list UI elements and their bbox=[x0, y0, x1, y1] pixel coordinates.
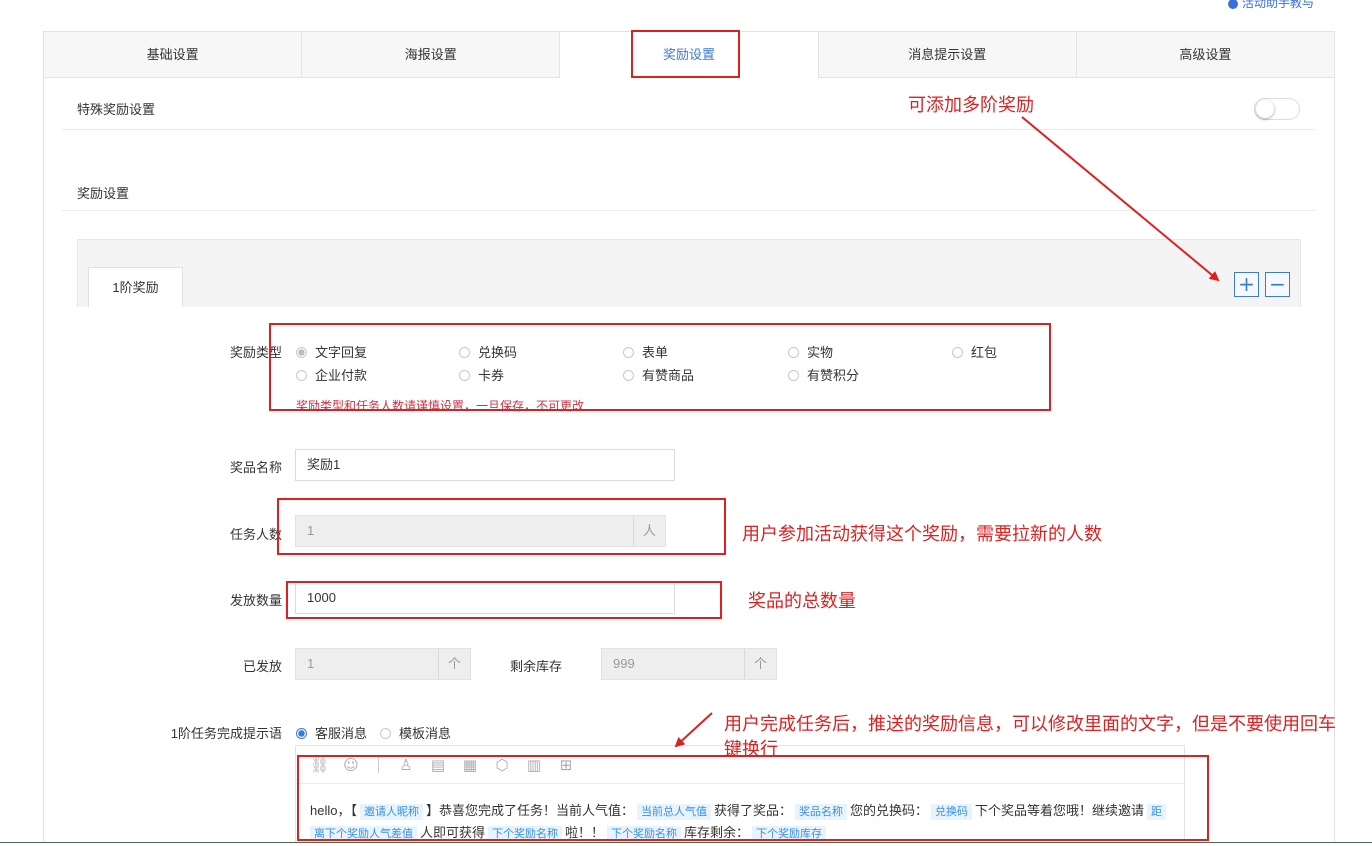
arrow-multi-tier bbox=[1021, 116, 1220, 282]
arrow-message bbox=[674, 712, 713, 748]
bottom-edge bbox=[0, 842, 1372, 846]
annotation-arrows bbox=[674, 116, 1220, 748]
